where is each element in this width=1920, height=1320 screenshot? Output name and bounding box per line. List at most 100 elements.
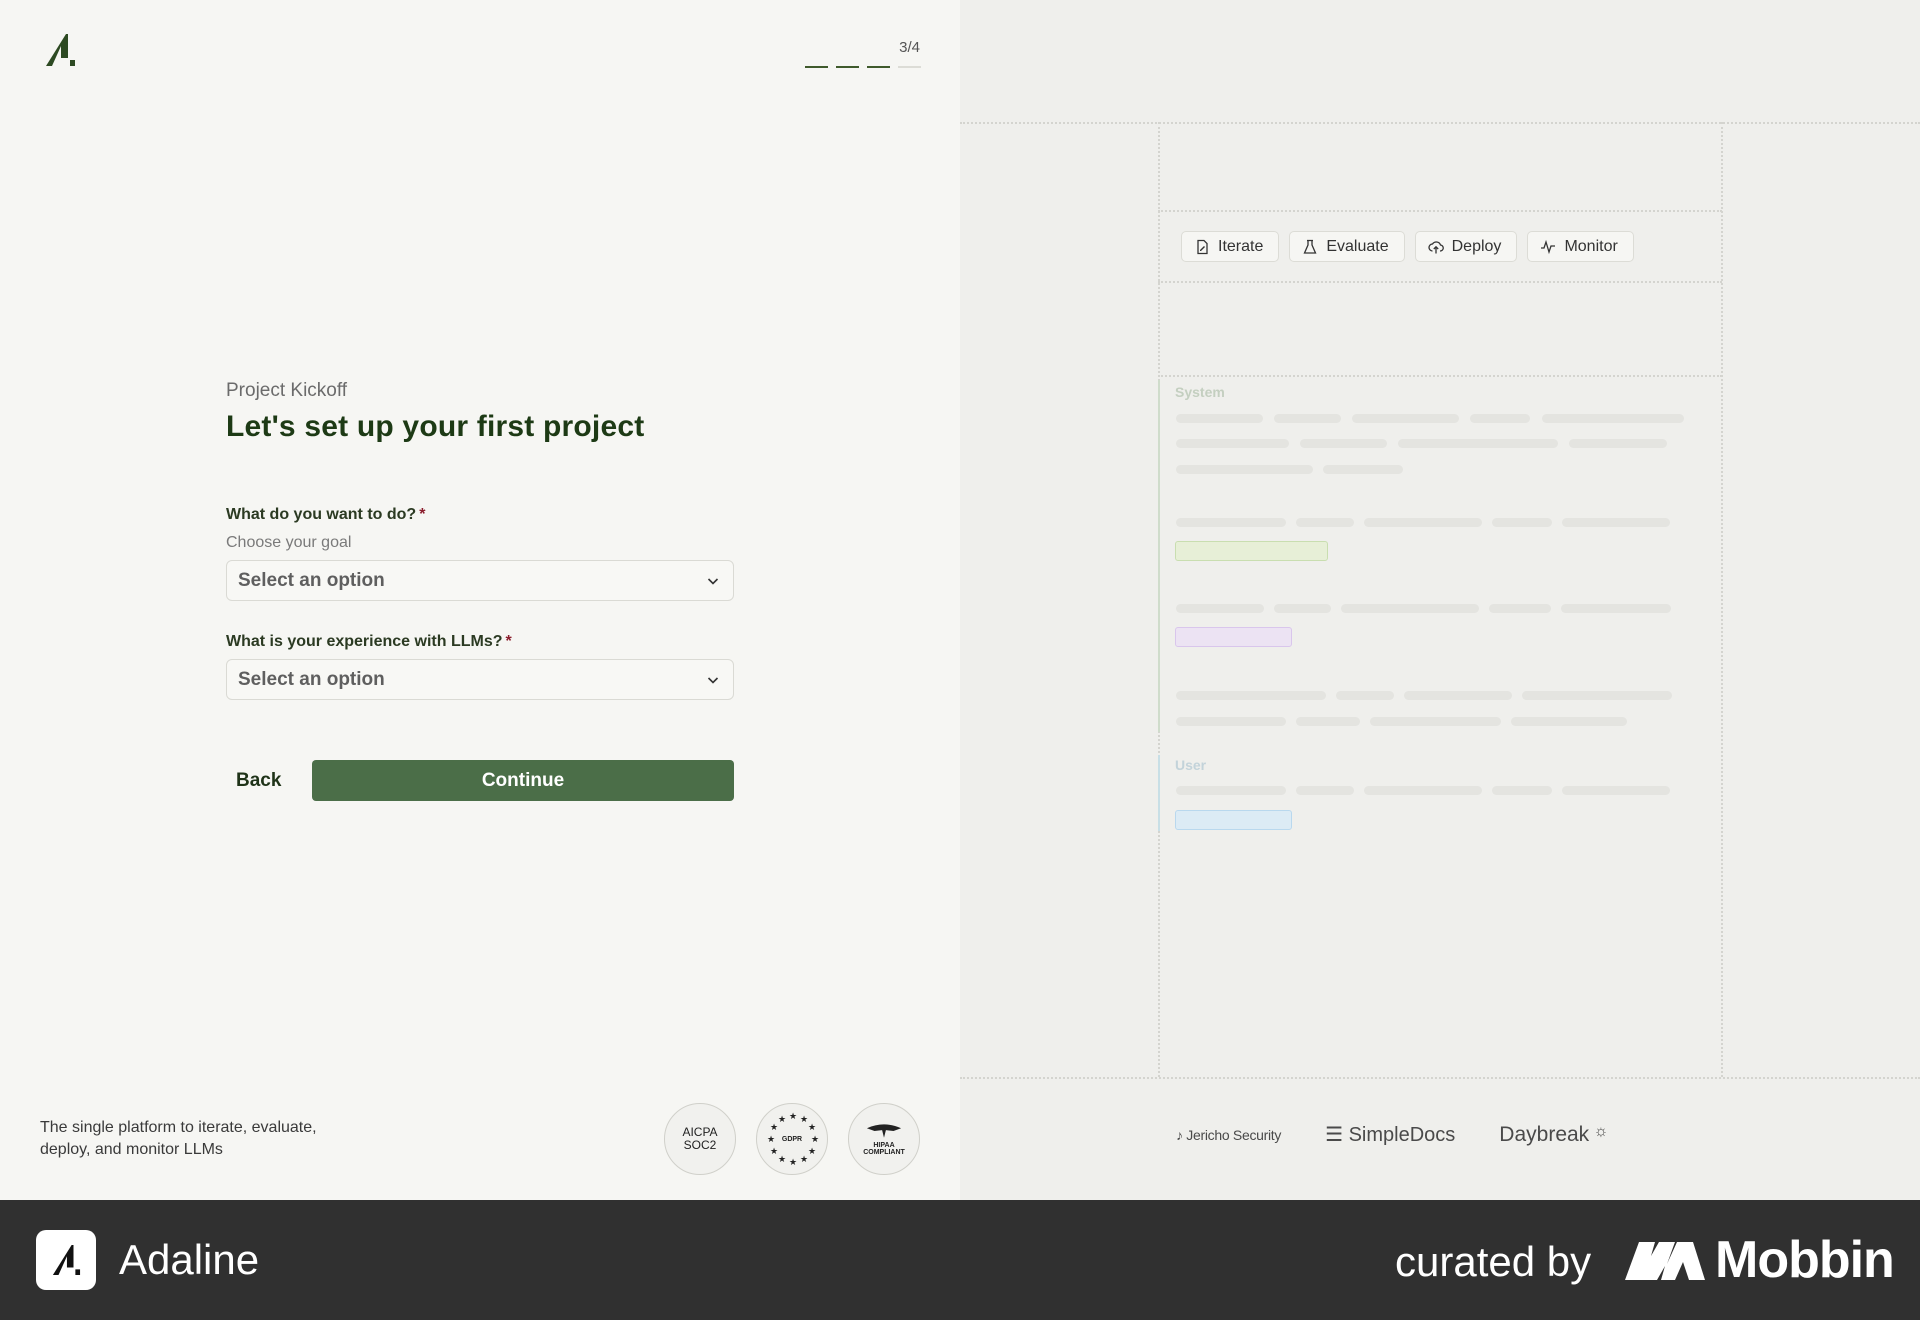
skeleton-line [1296,786,1354,795]
skeleton-line [1296,518,1354,527]
experience-label: What is your experience with LLMs? * [226,633,734,651]
compliance-badges: AICPA SOC2 ★ ★ ★ ★ ★ ★ ★ ★ ★ ★ ★ ★ GDPR HIPAA COM… [664,1103,920,1175]
continue-button[interactable]: Continue [312,760,734,801]
user-label: User [1175,757,1207,773]
variable-chip [1175,810,1292,830]
system-prompt-block: System [1158,380,1718,732]
section-rail [1158,755,1160,831]
soc2-badge: AICPA SOC2 [664,1103,736,1175]
section-rail [1158,380,1160,732]
step-progress: 3/4 [805,36,921,68]
goal-select[interactable]: Select an option [226,560,734,601]
skeleton-line [1522,691,1672,700]
system-label: System [1175,384,1225,400]
progress-segment [805,66,828,68]
progress-segment [836,66,859,68]
skeleton-line [1336,691,1394,700]
progress-segment [898,66,921,68]
page-title: Let's set up your first project [226,410,645,443]
skeleton-line [1470,414,1530,423]
skeleton-line [1176,439,1289,448]
goal-question: What do you want to do? * Choose your goa… [226,506,734,601]
skeleton-line [1176,691,1326,700]
chevron-down-icon [707,577,719,585]
customer-logos: ♪ Jericho Security ☰ SimpleDocs Daybreak… [1176,1122,1608,1147]
svg-text:★: ★ [778,1115,786,1125]
hipaa-line1: HIPAA [873,1142,895,1149]
tab-evaluate[interactable]: Evaluate [1289,231,1405,262]
skeleton-line [1364,518,1482,527]
tab-iterate[interactable]: Iterate [1181,231,1280,262]
skeleton-line [1542,414,1684,423]
grid-line [960,122,1920,124]
skeleton-line [1274,414,1341,423]
variable-chip [1175,627,1292,647]
experience-select-placeholder: Select an option [238,668,385,690]
svg-text:★: ★ [778,1155,786,1165]
svg-text:★: ★ [789,1112,797,1122]
skeleton-line [1569,439,1667,448]
skeleton-line [1562,786,1670,795]
back-button[interactable]: Back [226,770,312,792]
eagle-icon [866,1124,902,1138]
tab-monitor[interactable]: Monitor [1527,231,1634,262]
grid-line [1721,122,1723,1077]
svg-text:★: ★ [800,1155,808,1165]
goal-label: What do you want to do? * [226,506,734,524]
experience-select[interactable]: Select an option [226,659,734,700]
adaline-logo [46,34,75,66]
simpledocs-logo-text: SimpleDocs [1348,1124,1456,1146]
svg-text:★: ★ [767,1135,775,1145]
experience-question: What is your experience with LLMs? * Sele… [226,633,734,700]
adaline-logo-icon [52,1245,81,1275]
skeleton-line [1511,717,1627,726]
adaline-app-icon [36,1230,96,1290]
tagline: The single platform to iterate, evaluate… [40,1119,317,1158]
app-name: Adaline [119,1236,260,1283]
product-preview-panel: Iterate Evaluate Deploy Monitor System U… [960,0,1920,1200]
user-prompt-block: User [1158,755,1718,831]
required-mark: * [505,633,512,650]
skeleton-line [1489,604,1551,613]
grid-line [1158,210,1722,212]
activity-icon [1541,239,1556,254]
goal-label-text: What do you want to do? [226,506,417,523]
daybreak-logo: Daybreak ☼ [1499,1122,1609,1146]
onboarding-panel: 3/4 Project Kickoff Let's set up your fi… [0,0,960,1200]
tab-deploy-label: Deploy [1451,237,1502,255]
chevron-down-icon [707,676,719,684]
grid-line [960,1077,1920,1079]
tab-iterate-label: Iterate [1218,237,1264,255]
gdpr-badge: ★ ★ ★ ★ ★ ★ ★ ★ ★ ★ ★ ★ GDPR [756,1103,828,1175]
flask-icon [1303,239,1317,254]
goal-select-placeholder: Select an option [238,569,385,591]
hipaa-badge: HIPAA COMPLIANT [848,1103,920,1175]
skeleton-line [1492,518,1552,527]
required-mark: * [419,506,426,523]
cloud-upload-icon [1427,240,1444,253]
skeleton-line [1492,786,1552,795]
skeleton-line [1561,604,1671,613]
soc2-line2: SOC2 [683,1138,717,1152]
svg-text:★: ★ [770,1123,778,1133]
hipaa-line2: COMPLIANT [863,1149,905,1156]
svg-text:★: ★ [808,1123,816,1133]
skeleton-line [1176,518,1286,527]
svg-text:★: ★ [811,1135,819,1145]
attribution-footer: Adaline curated by Mobbin [0,1200,1920,1320]
skeleton-line [1176,786,1286,795]
form-actions: Back Continue [226,760,734,801]
goal-sublabel: Choose your goal [226,534,352,551]
experience-label-text: What is your experience with LLMs? [226,633,503,650]
mobbin-logo: Mobbin [1625,1230,1895,1290]
svg-text:★: ★ [770,1147,778,1157]
skeleton-line [1323,465,1403,474]
project-setup-form: Project Kickoff Let's set up your first … [226,380,734,801]
tab-deploy[interactable]: Deploy [1414,231,1518,262]
variable-chip [1175,541,1328,561]
skeleton-line [1176,604,1264,613]
progress-segment [867,66,890,68]
curated-by-text: curated by [1395,1238,1592,1285]
skeleton-line [1300,439,1387,448]
skeleton-line [1176,414,1263,423]
